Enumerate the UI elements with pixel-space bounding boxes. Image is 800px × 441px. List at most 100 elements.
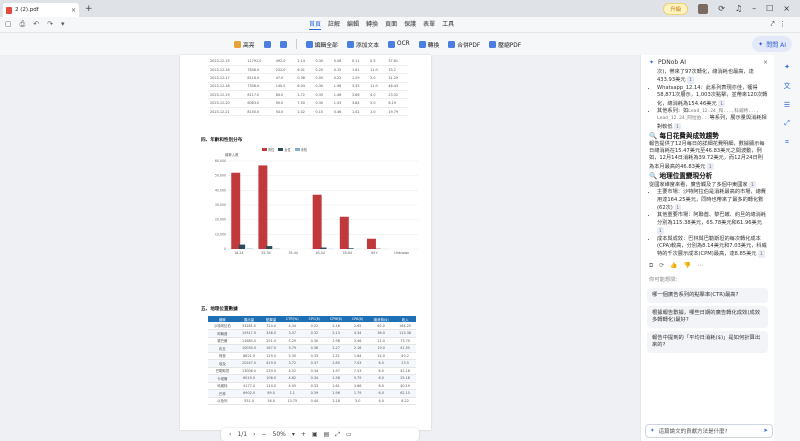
single-page-icon[interactable]: ▭ (346, 431, 352, 438)
page-indicator[interactable]: 1/1 (237, 431, 247, 438)
table-row: 科威特 4177.0 114.0 4.05 0.33 2.61 3.86 6.0 40.19 (208, 382, 416, 390)
table-cell: 167.0 (261, 344, 281, 353)
undo-icon[interactable]: ↶ (33, 20, 39, 29)
table-cell: 164.25 (394, 322, 416, 330)
add-text-button[interactable]: 添加文本 (346, 40, 379, 49)
menu-convert[interactable]: 轉換 (366, 19, 378, 30)
suggestion-item[interactable]: 哪一個廣告系列的點擊率(CTR)最高? (647, 287, 768, 303)
citation-badge[interactable]: 1 (758, 250, 765, 258)
thumbs-down-icon[interactable]: 👎 (684, 262, 691, 270)
table-row: 約旦 10030.0 167.0 3.79 0.36 2.27 2.16 19.0 41.55 (208, 344, 416, 353)
next-page-icon[interactable]: › (253, 431, 255, 438)
save-icon[interactable]: ▢ (5, 20, 12, 29)
table-cell: 8.22 (394, 397, 416, 405)
citation-badge[interactable]: 1 (749, 180, 756, 189)
table-cell: 62.0 (368, 322, 395, 330)
zoom-out-icon[interactable]: − (261, 431, 266, 438)
citation-badge[interactable]: 1 (657, 227, 664, 235)
translate-icon[interactable]: 文 (784, 81, 791, 91)
menu-tools[interactable]: 工具 (442, 19, 454, 30)
strikeout-button[interactable] (279, 40, 287, 48)
table-cell: 6.0 (368, 359, 395, 368)
table-cell: 1.96 (325, 389, 348, 398)
table-cell: 2023-12-18 (208, 82, 246, 92)
regenerate-icon[interactable]: ⟳ (659, 262, 664, 270)
upgrade-button[interactable]: 升級 (663, 2, 689, 15)
table-cell: 1.61 (349, 65, 369, 75)
underline-button[interactable] (263, 40, 271, 48)
ask-ai-button[interactable]: ✦ 問問 AI (752, 36, 792, 52)
compress-pdf-button[interactable]: 壓縮PDF (489, 40, 521, 49)
copy-icon[interactable]: ⧉ (649, 262, 653, 270)
fullscreen-icon[interactable]: ⤢ (335, 431, 340, 439)
more-icon[interactable]: ⋮ (779, 20, 786, 28)
zoom-in-icon[interactable]: + (301, 431, 306, 438)
thumbs-up-icon[interactable]: 👍 (670, 262, 677, 270)
geo-intro: 從國家維度來看，廣告觸及了多個中東國家 1 (649, 180, 756, 189)
share-icon[interactable]: ⤤ (771, 20, 775, 28)
prev-page-icon[interactable]: ‹ (229, 431, 231, 438)
menu-protect[interactable]: 保護 (404, 19, 416, 30)
title-bar: 2 (2).pdf × + 升級 ⟳ ♫ – ☐ × (0, 0, 800, 17)
table-cell: 0.34 (303, 374, 326, 383)
zoom-dropdown-icon[interactable]: ▾ (292, 431, 295, 438)
menu-annotate[interactable]: 註解 (328, 19, 340, 30)
scan-icon[interactable]: ⌗ (785, 138, 789, 147)
table-cell: 31.29 (386, 73, 408, 83)
avatar[interactable] (698, 3, 709, 14)
suggestion-item[interactable]: 根據報告數據，哪些日期的廣告轉化成效(成效多轉轉化)最好? (647, 305, 768, 328)
citation-badge[interactable]: 1 (687, 76, 694, 84)
table-cell: 2.16 (325, 322, 348, 330)
bell-icon[interactable]: ♫ (735, 4, 742, 13)
table-cell: 科威特 (208, 382, 237, 390)
table-cell: 0.22 (331, 73, 350, 83)
table-cell: 8150.0 (245, 107, 274, 117)
table-cell: 0.33 (303, 382, 326, 390)
close-panel-icon[interactable]: × (763, 59, 768, 66)
expand-icon[interactable]: ⤢ (784, 119, 790, 128)
maximize-icon[interactable]: ☐ (766, 4, 773, 13)
table-cell: 2.0 (368, 73, 387, 83)
fit-width-icon[interactable]: ▤ (324, 431, 330, 438)
citation-badge[interactable]: 1 (674, 203, 682, 212)
close-tab-icon[interactable]: × (71, 7, 76, 14)
ai-question-input[interactable]: ✦ 這篇論文的貢獻方法是什麼? ➤ (645, 424, 773, 438)
convert-button[interactable]: 轉換 (418, 40, 439, 49)
fit-page-icon[interactable]: ▣ (312, 431, 318, 438)
citation-badge[interactable]: 1 (718, 99, 725, 108)
table-cell: 492.0 (273, 57, 296, 66)
sync-icon[interactable]: ⟳ (718, 4, 725, 13)
edit-all-button[interactable]: 編輯全部 (305, 40, 338, 49)
minimize-icon[interactable]: – (752, 4, 756, 13)
zoom-level[interactable]: 50% (273, 431, 286, 438)
y-tick-label: 20,000 (215, 218, 226, 222)
citation-badge[interactable]: 1 (674, 122, 681, 131)
daily-paragraph: 報告提供了12月每日的詳細花費明細，數據顯示每日總消耗在15.47美元至46.8… (649, 140, 765, 171)
menu-page[interactable]: 頁面 (385, 19, 397, 30)
new-tab-icon[interactable]: + (85, 4, 93, 14)
citation-badge[interactable]: 1 (707, 162, 714, 171)
dropdown-icon[interactable]: ▾ (61, 20, 65, 29)
ai-chat-icon[interactable]: ✦ (784, 63, 790, 71)
document-tab[interactable]: 2 (2).pdf × (3, 3, 79, 17)
summary-icon[interactable]: ☰ (784, 101, 790, 109)
close-window-icon[interactable]: × (783, 4, 790, 13)
table-row: 巴勒斯坦 13006.0 239.0 4.52 0.34 1.97 7.53 6.0 42.16 (208, 367, 416, 375)
menu-edit[interactable]: 編輯 (347, 19, 359, 30)
table-cell: 3.66 (349, 90, 369, 100)
send-icon[interactable]: ➤ (763, 428, 768, 434)
menu-form[interactable]: 表單 (423, 19, 435, 30)
more-icon[interactable]: ⋯ (697, 262, 703, 270)
ocr-button[interactable]: OCR (388, 40, 410, 48)
table-cell: 3.72 (280, 359, 304, 368)
redo-icon[interactable]: ↷ (47, 20, 53, 29)
suggestion-item[interactable]: 報告中提到的「平均日消耗($)」是如何計算出來的? (647, 330, 768, 353)
table-cell: 129.0 (261, 352, 281, 360)
menu-home[interactable]: 首頁 (309, 19, 322, 30)
table-cell: 6.0 (368, 374, 395, 383)
highlight-button[interactable]: 高亮 (234, 40, 255, 49)
table-cell: 21.0 (368, 337, 395, 345)
merge-pdf-button[interactable]: 合併PDF (448, 40, 480, 49)
table-cell: 7306.0 (245, 82, 274, 92)
print-icon[interactable]: ⎙ (20, 20, 26, 29)
